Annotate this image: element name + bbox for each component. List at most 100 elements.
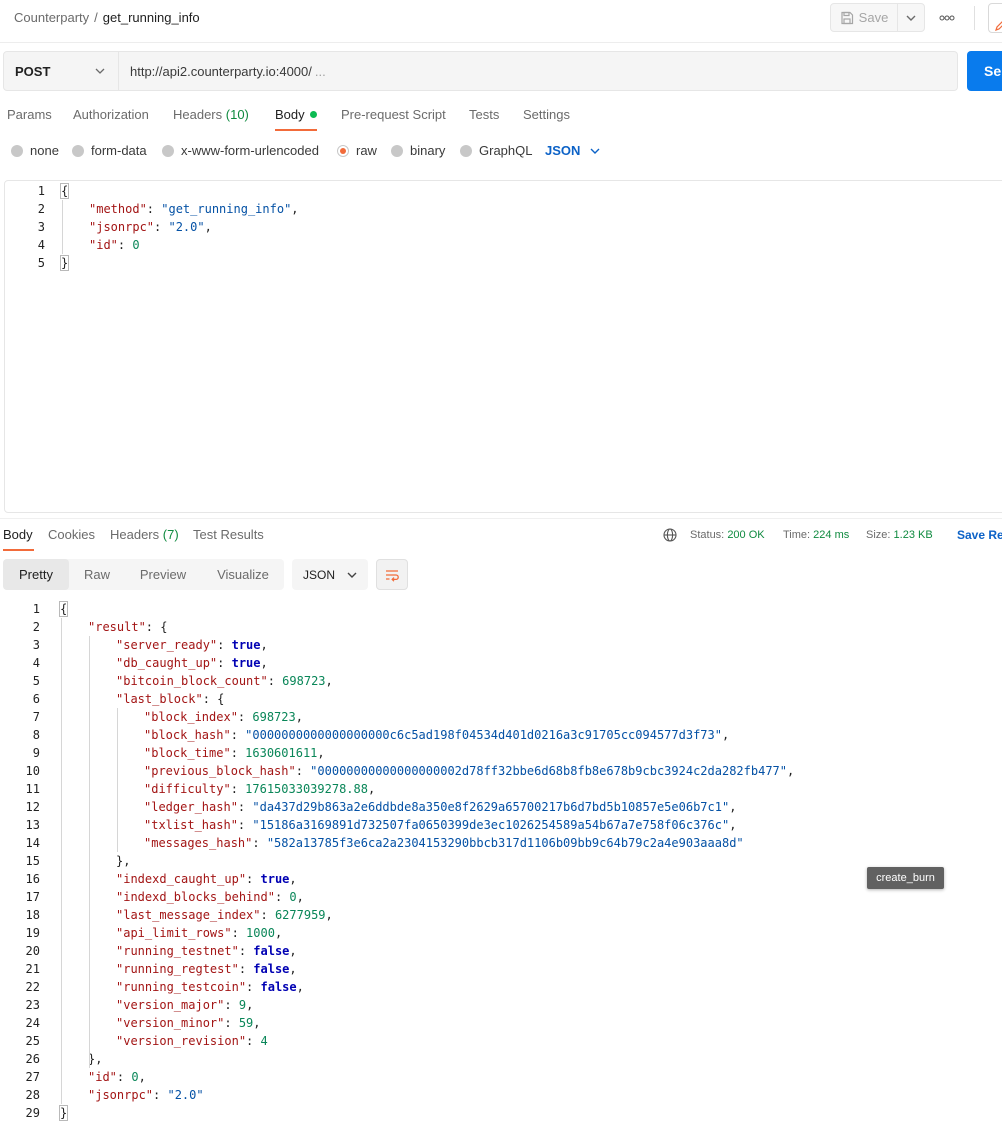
response-tab-headers[interactable]: Headers (7) [110,527,179,542]
body-type-none[interactable]: none [11,143,59,158]
code-token: "last_block" [116,692,203,706]
code-token: "messages_hash" [144,836,253,850]
tab-headers[interactable]: Headers (10) [173,107,249,122]
body-type-raw[interactable]: raw [337,143,377,158]
time-label: Time: [783,529,811,541]
code-line: "db_caught_up": true, [116,654,268,672]
response-status[interactable]: Status: 200 OK [690,529,765,541]
response-size[interactable]: Size: 1.23 KB [866,529,933,541]
wrap-lines-button[interactable] [376,559,408,590]
code-token: , [289,962,297,976]
code-token: true [260,872,290,886]
save-response-button[interactable]: Save Re [957,528,1002,542]
code-token: "ledger_hash" [144,800,238,814]
radio-label: GraphQL [479,143,533,158]
view-raw[interactable]: Raw [73,559,121,590]
code-line: "server_ready": true, [116,636,268,654]
code-token: 59 [238,1016,254,1030]
body-type-urlencoded[interactable]: x-www-form-urlencoded [162,143,319,158]
method-select[interactable]: POST [3,51,119,91]
tab-tests[interactable]: Tests [469,107,499,122]
response-body-viewer[interactable]: 1{2 "result": {3 "server_ready": true, 4 "db… [0,600,1002,1130]
code-line: "id": 0 [89,236,140,254]
code-line: "indexd_caught_up": true, [116,870,297,888]
tab-pre-request-script[interactable]: Pre-request Script [341,107,446,122]
code-token: "0000000000000000000c6c5ad198f04534d401d… [245,728,722,742]
code-token: : [230,728,246,742]
request-body-editor[interactable]: 1{2 "method": "get_running_info", 3 "jsonrp… [4,180,1002,513]
code-token: "jsonrpc" [88,1088,154,1102]
save-label: Save [858,10,889,25]
code-token: "result" [88,620,146,634]
response-tab-cookies[interactable]: Cookies [48,527,95,542]
response-tab-test-results[interactable]: Test Results [193,527,264,542]
tab-label: Cookies [48,527,95,542]
save-options-dropdown[interactable] [898,4,924,31]
breadcrumb-current[interactable]: get_running_info [103,10,200,25]
code-token: 1630601611 [245,746,318,760]
url-input[interactable]: http://api2.counterparty.io:4000/... [119,51,958,91]
globe-icon[interactable] [663,528,677,542]
tab-label: Pre-request Script [341,107,446,122]
body-type-graphql[interactable]: GraphQL [460,143,532,158]
view-pretty[interactable]: Pretty [3,559,69,590]
view-visualize[interactable]: Visualize [205,559,281,590]
edit-icon[interactable] [988,3,1002,33]
code-line: "block_time": 1630601611, [144,744,325,762]
code-line: "method": "get_running_info", [89,200,299,218]
code-line: "version_major": 9, [116,996,253,1014]
body-type-binary[interactable]: binary [391,143,445,158]
response-format-select[interactable]: JSON [292,559,368,590]
tab-label: Headers [110,527,160,542]
radio-label: raw [356,143,377,158]
code-token: "15186a3169891d732507fa0650399de3ec10262… [252,818,730,832]
line-number: 28 [25,1088,40,1102]
response-format-label: JSON [303,567,336,582]
code-token: "version_minor" [116,1016,225,1030]
tab-authorization[interactable]: Authorization [73,107,149,122]
code-token: : [295,764,311,778]
view-preview[interactable]: Preview [127,559,199,590]
code-token: , [289,872,297,886]
code-line: "result": { [88,618,167,636]
code-token: : [146,202,162,216]
body-modified-indicator [309,111,317,118]
top-divider-line [0,42,1002,43]
save-button[interactable]: Save [831,4,898,31]
response-tab-body[interactable]: Body [3,527,33,542]
line-number: 25 [25,1034,40,1048]
code-line: "jsonrpc": "2.0", [89,218,212,236]
code-token: "txlist_hash" [144,818,238,832]
chevron-down-icon [95,68,105,74]
body-language-select[interactable]: JSON [545,143,600,158]
tab-params[interactable]: Params [7,107,52,122]
radio-label: x-www-form-urlencoded [181,143,319,158]
code-token: 0 [132,238,140,252]
code-token: false [260,980,297,994]
code-token: : [224,998,239,1012]
tab-body[interactable]: Body [275,107,317,122]
code-token: , [253,1016,261,1030]
code-token: "version_major" [116,998,225,1012]
code-line: "api_limit_rows": 1000, [116,924,282,942]
pane-divider[interactable] [0,518,1002,519]
code-token: , [291,202,299,216]
more-actions-button[interactable] [935,8,959,28]
breadcrumb-parent[interactable]: Counterparty [14,10,89,25]
tab-settings[interactable]: Settings [523,107,570,122]
code-token: : [230,746,246,760]
body-type-form-data[interactable]: form-data [72,143,147,158]
line-number: 16 [25,872,40,886]
radio-label: binary [410,143,446,158]
code-token: : [231,926,247,940]
line-number: 20 [25,944,40,958]
code-token: "api_limit_rows" [116,926,232,940]
code-line: "running_testnet": false, [116,942,297,960]
code-line: "last_message_index": 6277959, [116,906,333,924]
code-token: 698723 [282,674,326,688]
code-token: : [117,238,133,252]
code-token: : [217,638,232,652]
send-button[interactable]: Se [967,51,1002,91]
response-time[interactable]: Time: 224 ms [783,529,849,541]
code-token: "block_time" [144,746,231,760]
